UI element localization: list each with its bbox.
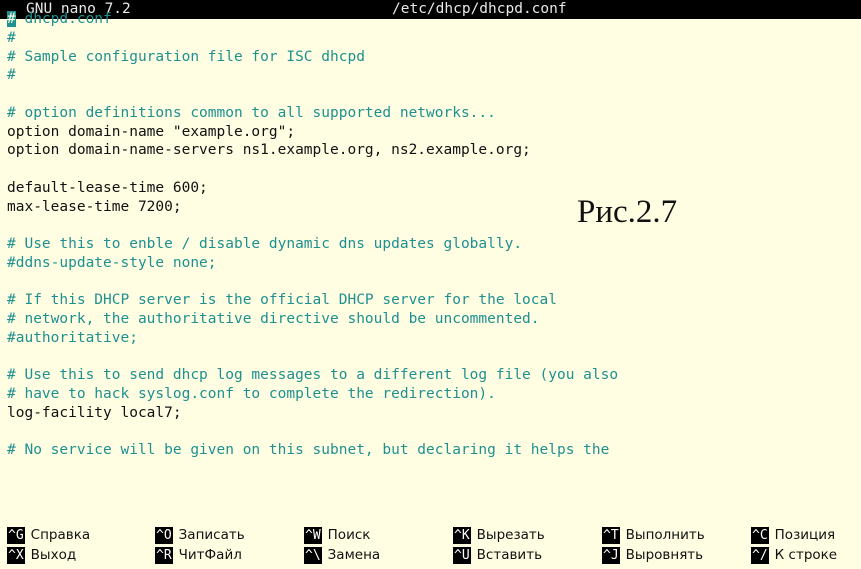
shortcut-label: К строке bbox=[774, 547, 838, 563]
shortcut-label: Вставить bbox=[476, 547, 543, 563]
shortcut-label: Выровнять bbox=[625, 547, 704, 563]
shortcut-key: ^O bbox=[155, 527, 173, 544]
editor-line[interactable]: # option definitions common to all suppo… bbox=[7, 104, 861, 123]
shortcut-item[interactable]: ^\ Замена bbox=[304, 546, 380, 564]
shortcut-key: ^J bbox=[602, 547, 620, 564]
editor-line[interactable]: log-facility local7; bbox=[7, 404, 861, 423]
line-text: dhcpd.conf bbox=[15, 11, 112, 27]
editor-line[interactable]: # network, the authoritative directive s… bbox=[7, 310, 861, 329]
editor-line[interactable] bbox=[7, 216, 861, 235]
shortcut-key: ^U bbox=[453, 547, 471, 564]
editor-line[interactable] bbox=[7, 85, 861, 104]
shortcut-label: Записать bbox=[178, 527, 245, 543]
editor-line[interactable]: # bbox=[7, 66, 861, 85]
editor-line[interactable]: #authoritative; bbox=[7, 329, 861, 348]
shortcut-item[interactable]: ^C Позиция bbox=[751, 526, 835, 544]
shortcut-label: ЧитФайл bbox=[178, 547, 242, 563]
shortcut-label: Выполнить bbox=[625, 527, 705, 543]
shortcut-key: ^R bbox=[155, 547, 173, 564]
shortcut-label: Позиция bbox=[774, 527, 836, 543]
shortcut-key: ^X bbox=[7, 547, 25, 564]
editor-line[interactable]: # If this DHCP server is the official DH… bbox=[7, 291, 861, 310]
shortcut-key: ^\ bbox=[304, 547, 322, 564]
editor-line[interactable]: # No service will be given on this subne… bbox=[7, 441, 861, 460]
editor-line[interactable] bbox=[7, 348, 861, 367]
shortcut-item[interactable]: ^R ЧитФайл bbox=[155, 546, 242, 564]
editor-line[interactable]: # dhcpd.conf bbox=[7, 10, 861, 29]
shortcut-key: ^W bbox=[304, 527, 322, 544]
shortcut-label: Справка bbox=[30, 527, 91, 543]
shortcut-item[interactable]: ^/ К строке bbox=[751, 546, 837, 564]
shortcut-item[interactable]: ^U Вставить bbox=[453, 546, 542, 564]
shortcut-key: ^C bbox=[751, 527, 769, 544]
text-cursor: # bbox=[7, 11, 16, 27]
editor-line[interactable]: # have to hack syslog.conf to complete t… bbox=[7, 385, 861, 404]
shortcut-label: Поиск bbox=[327, 527, 371, 543]
editor-line[interactable]: #ddns-update-style none; bbox=[7, 254, 861, 273]
editor-line[interactable]: max-lease-time 7200; bbox=[7, 198, 861, 217]
shortcut-item[interactable]: ^W Поиск bbox=[304, 526, 370, 544]
editor-line[interactable]: # Use this to send dhcp log messages to … bbox=[7, 366, 861, 385]
shortcut-item[interactable]: ^X Выход bbox=[7, 546, 76, 564]
editor-line[interactable]: option domain-name-servers ns1.example.o… bbox=[7, 141, 861, 160]
editor-text-area[interactable]: # dhcpd.conf # # Sample configuration file… bbox=[7, 10, 861, 529]
editor-line[interactable]: option domain-name "example.org"; bbox=[7, 123, 861, 142]
shortcut-item[interactable]: ^O Записать bbox=[155, 526, 245, 544]
shortcut-item[interactable]: ^T Выполнить bbox=[602, 526, 705, 544]
shortcut-item[interactable]: ^J Выровнять bbox=[602, 546, 703, 564]
editor-line[interactable]: # Use this to enble / disable dynamic dn… bbox=[7, 235, 861, 254]
editor-line[interactable] bbox=[7, 423, 861, 442]
shortcut-label: Вырезать bbox=[476, 527, 545, 543]
editor-line[interactable]: # Sample configuration file for ISC dhcp… bbox=[7, 48, 861, 67]
editor-line[interactable] bbox=[7, 273, 861, 292]
editor-line[interactable]: default-lease-time 600; bbox=[7, 179, 861, 198]
editor-line[interactable] bbox=[7, 160, 861, 179]
shortcut-label: Замена bbox=[327, 547, 381, 563]
editor-line[interactable]: # bbox=[7, 29, 861, 48]
shortcut-item[interactable]: ^G Справка bbox=[7, 526, 90, 544]
shortcut-label: Выход bbox=[30, 547, 77, 563]
shortcut-bar: ^G Справка ^X Выход ^O Записать ^R ЧитФайл ^W Пои… bbox=[0, 526, 861, 569]
figure-caption: Рис.2.7 bbox=[577, 194, 678, 230]
shortcut-key: ^G bbox=[7, 527, 25, 544]
shortcut-key: ^/ bbox=[751, 547, 769, 564]
shortcut-item[interactable]: ^K Вырезать bbox=[453, 526, 545, 544]
shortcut-key: ^K bbox=[453, 527, 471, 544]
shortcut-key: ^T bbox=[602, 527, 620, 544]
